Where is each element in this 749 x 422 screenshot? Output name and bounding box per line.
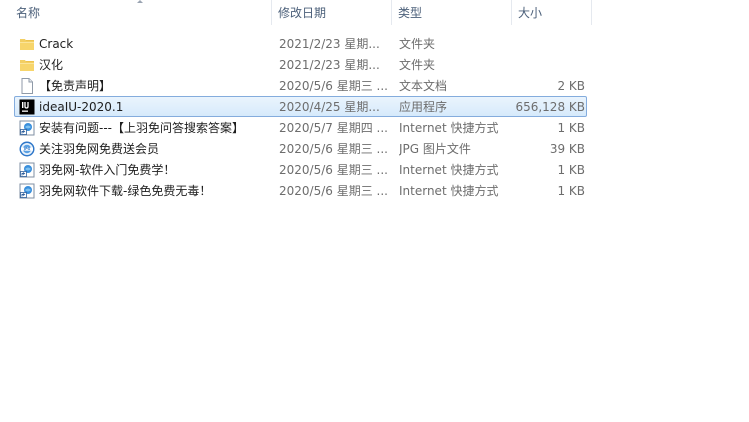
internet-shortcut-icon xyxy=(18,182,36,200)
file-date: 2021/2/23 星期... xyxy=(279,58,380,72)
file-size: 1 KB xyxy=(557,184,585,198)
file-name: Crack xyxy=(39,37,74,51)
folder-icon xyxy=(18,35,36,53)
file-row[interactable]: 羽免网软件下载-绿色免费无毒！ 2020/5/6 星期三 ... Interne… xyxy=(14,180,587,201)
folder-icon xyxy=(18,56,36,74)
file-row-selected[interactable]: ideaIU-2020.1 2020/4/25 星期... 应用程序 656,1… xyxy=(14,96,587,117)
file-row[interactable]: 羽免网-软件入门免费学！ 2020/5/6 星期三 ... Internet 快… xyxy=(14,159,587,180)
file-size: 2 KB xyxy=(557,79,585,93)
file-row[interactable]: JPG 关注羽免网免费送会员 2020/5/6 星期三 ... JPG 图片文件… xyxy=(14,138,587,159)
file-date: 2020/5/7 星期四 ... xyxy=(279,121,388,135)
file-type: Internet 快捷方式 xyxy=(399,163,499,177)
column-header-bar: 名称 修改日期 类型 大小 xyxy=(0,0,749,25)
column-header-type[interactable]: 类型 xyxy=(392,0,512,25)
file-size xyxy=(505,55,585,74)
file-type: Internet 快捷方式 xyxy=(399,121,499,135)
file-row[interactable]: 汉化 2021/2/23 星期... 文件夹 xyxy=(14,54,587,75)
intellij-idea-icon xyxy=(18,98,36,116)
file-type: JPG 图片文件 xyxy=(399,142,471,156)
file-type: 文本文档 xyxy=(399,79,448,93)
file-name: 关注羽免网免费送会员 xyxy=(39,142,160,156)
file-name: ideaIU-2020.1 xyxy=(39,100,124,114)
file-date: 2020/4/25 星期... xyxy=(279,100,380,114)
sort-ascending-icon xyxy=(137,0,143,3)
file-size: 656,128 KB xyxy=(515,100,585,114)
file-type: 应用程序 xyxy=(399,100,448,114)
file-size: 1 KB xyxy=(557,121,585,135)
jpg-image-icon: JPG xyxy=(18,140,36,158)
file-type: Internet 快捷方式 xyxy=(399,184,499,198)
text-document-icon xyxy=(18,77,36,95)
file-date: 2021/2/23 星期... xyxy=(279,37,380,51)
file-name: 【免责声明】 xyxy=(39,79,112,93)
file-size: 39 KB xyxy=(549,142,585,156)
file-date: 2020/5/6 星期三 ... xyxy=(279,79,388,93)
file-size: 1 KB xyxy=(557,163,585,177)
file-row[interactable]: 【免责声明】 2020/5/6 星期三 ... 文本文档 2 KB xyxy=(14,75,587,96)
file-row[interactable]: Crack 2021/2/23 星期... 文件夹 xyxy=(14,33,587,54)
file-size xyxy=(505,34,585,53)
file-date: 2020/5/6 星期三 ... xyxy=(279,184,388,198)
file-name: 羽免网-软件入门免费学！ xyxy=(39,163,176,177)
file-type: 文件夹 xyxy=(399,58,436,72)
file-name: 汉化 xyxy=(39,58,64,72)
column-header-size[interactable]: 大小 xyxy=(512,0,592,25)
internet-shortcut-icon xyxy=(18,119,36,137)
internet-shortcut-icon xyxy=(18,161,36,179)
column-header-date-modified[interactable]: 修改日期 xyxy=(272,0,392,25)
svg-text:JPG: JPG xyxy=(23,147,31,151)
column-header-name[interactable]: 名称 xyxy=(10,0,272,25)
file-type: 文件夹 xyxy=(399,37,436,51)
file-row[interactable]: 安装有问题---【上羽免问答搜索答案】 2020/5/7 星期四 ... Int… xyxy=(14,117,587,138)
file-name: 安装有问题---【上羽免问答搜索答案】 xyxy=(39,121,244,135)
file-date: 2020/5/6 星期三 ... xyxy=(279,163,388,177)
file-date: 2020/5/6 星期三 ... xyxy=(279,142,388,156)
file-name: 羽免网软件下载-绿色免费无毒！ xyxy=(39,184,212,198)
